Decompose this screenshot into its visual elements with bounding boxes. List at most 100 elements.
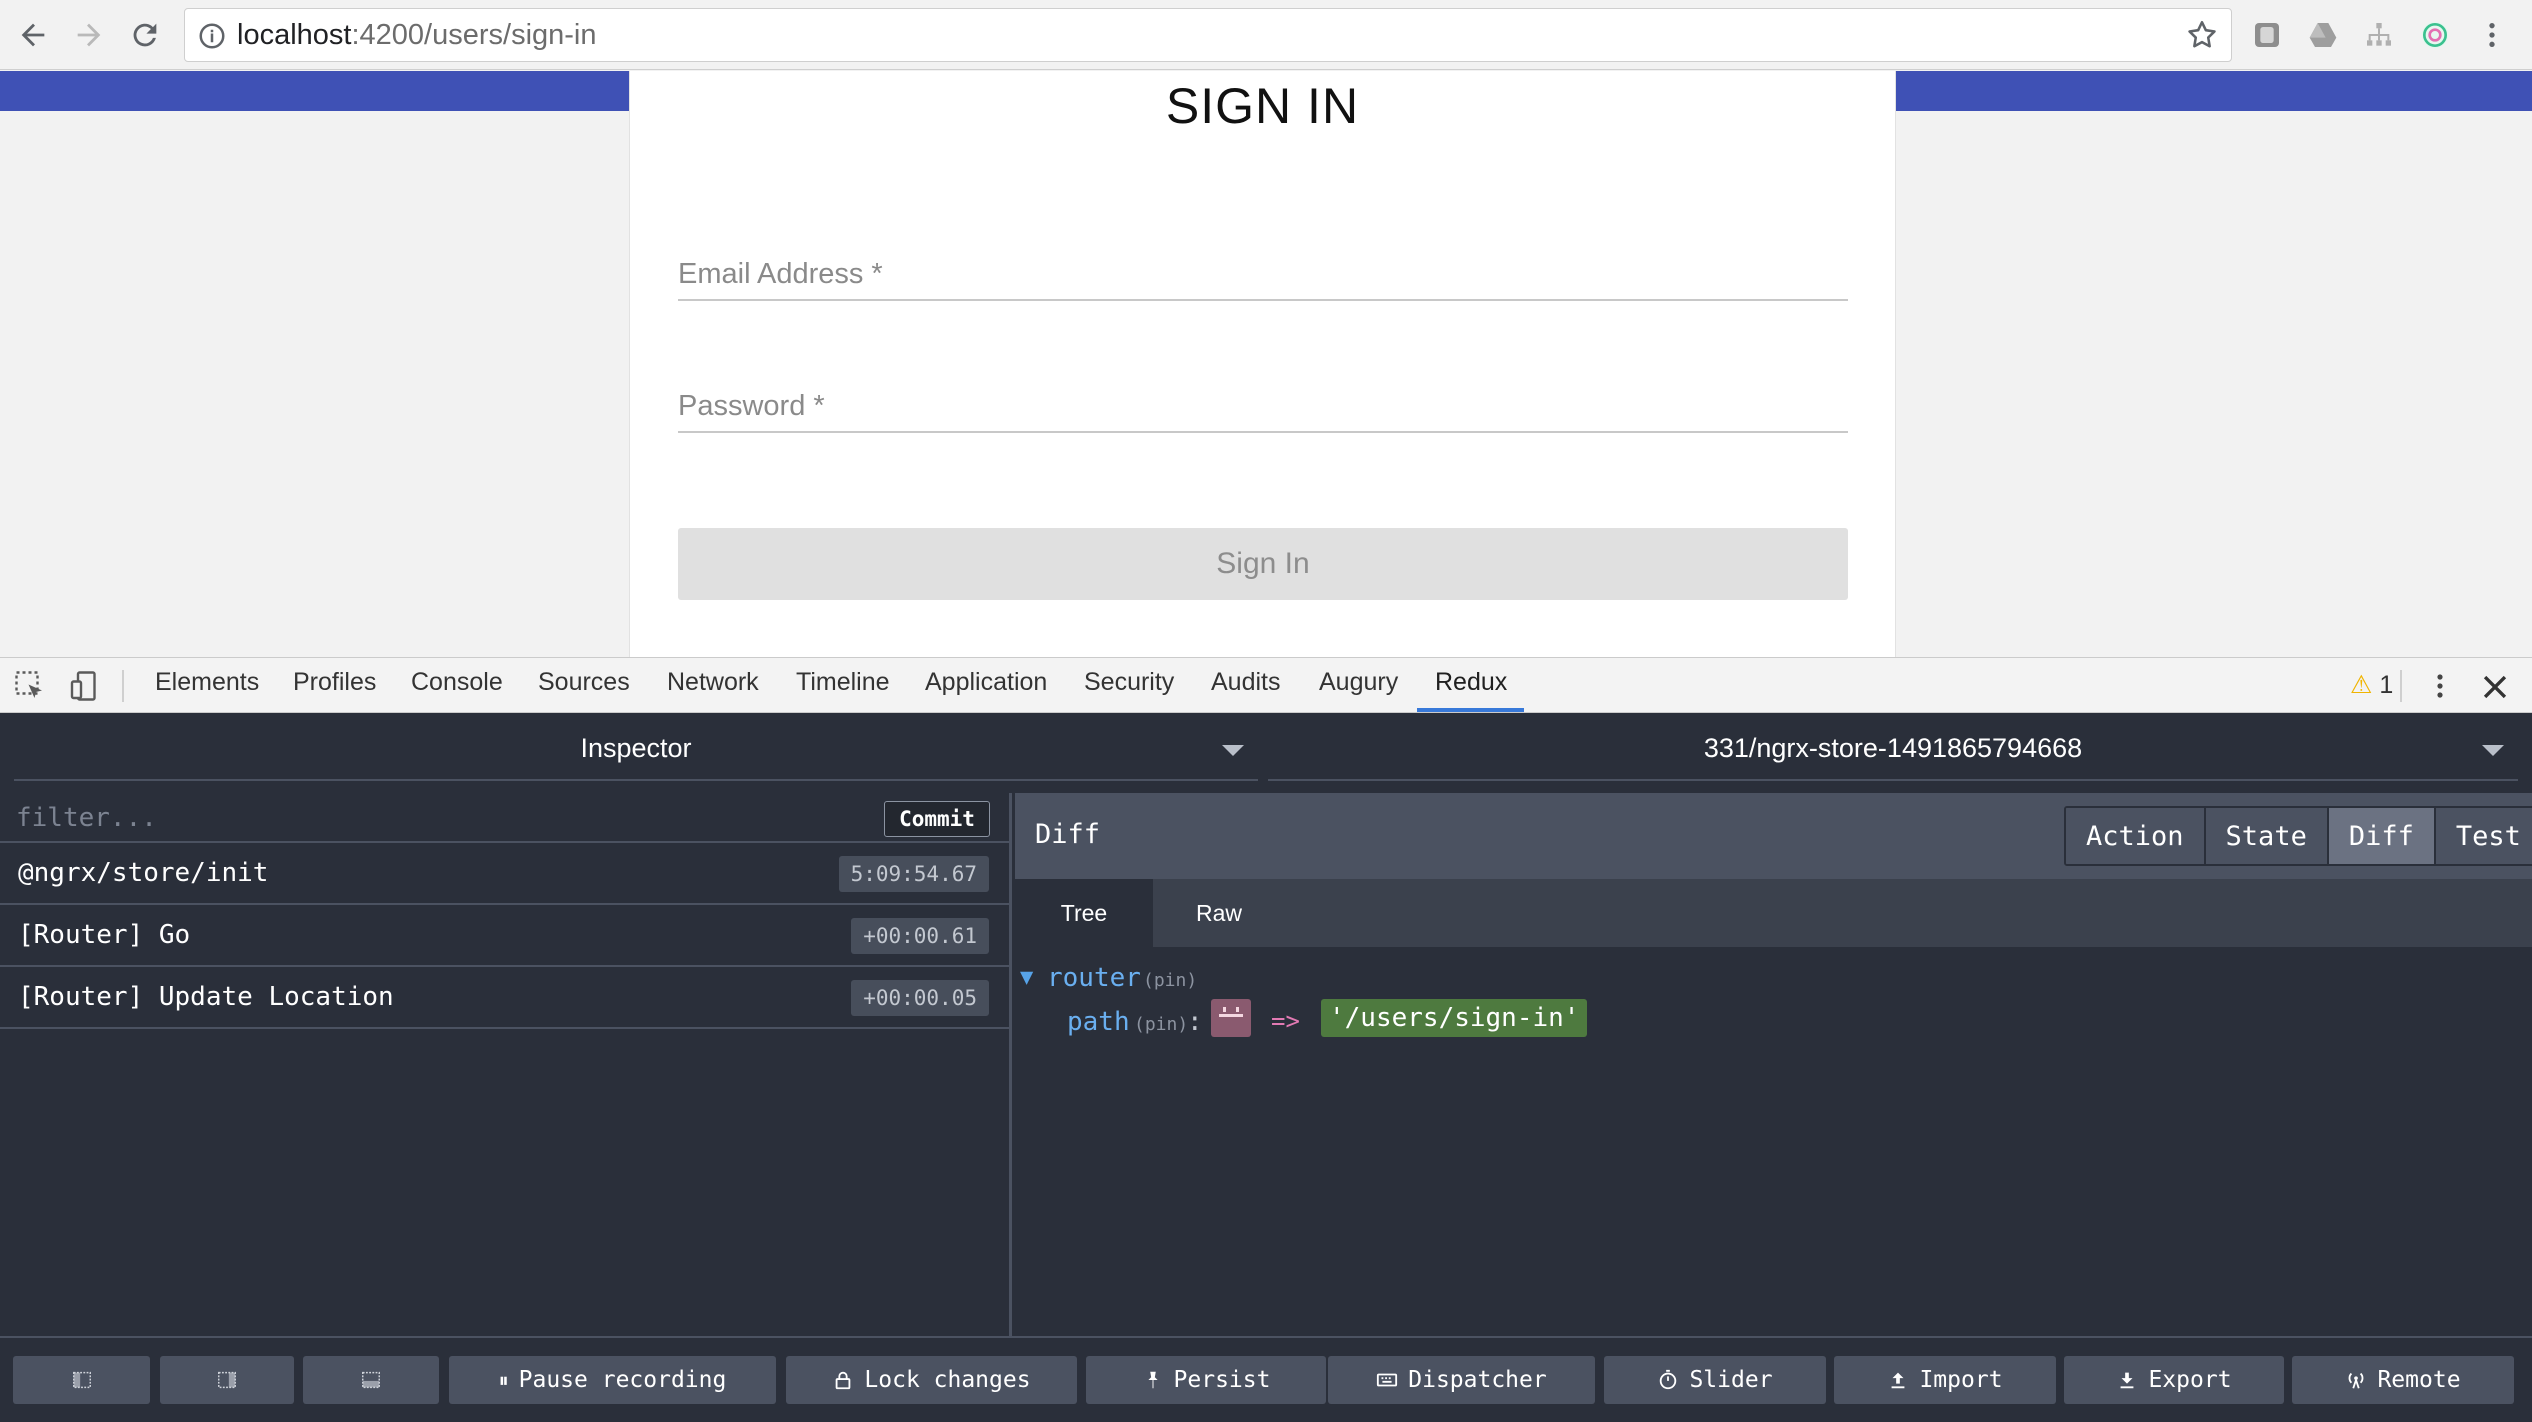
info-icon[interactable] [197, 21, 227, 51]
button-label: Dispatcher [1408, 1367, 1547, 1393]
tree-key-path: path [1067, 1007, 1130, 1037]
reload-button[interactable] [124, 14, 166, 56]
browser-toolbar: localhost:4200/users/sign-in [0, 0, 2532, 70]
chevron-down-icon [2482, 745, 2504, 756]
pin-button[interactable]: (pin) [1143, 970, 1197, 991]
tab-application[interactable]: Application [925, 668, 1047, 697]
monitor-select[interactable]: Inspector [14, 725, 1258, 781]
slider-button[interactable]: Slider [1604, 1356, 1826, 1404]
lock-changes-button[interactable]: Lock changes [786, 1356, 1077, 1404]
persist-button[interactable]: Persist [1086, 1356, 1326, 1404]
close-icon[interactable] [2478, 670, 2512, 704]
action-row[interactable]: @ngrx/store/init 5:09:54.67 [0, 843, 1009, 905]
button-label: Export [2148, 1367, 2232, 1393]
back-arrow-icon [21, 23, 45, 47]
filter-row: filter... Commit [0, 793, 1009, 843]
subtab-raw[interactable]: Raw [1153, 879, 1285, 947]
diff-arrow: => [1271, 1007, 1300, 1035]
tab-security[interactable]: Security [1084, 668, 1174, 697]
page-viewport: SIGN IN Email Address * Password * Sign … [0, 71, 2532, 657]
back-button[interactable] [12, 14, 54, 56]
tab-test[interactable]: Test [2435, 808, 2532, 864]
upload-icon [1892, 1372, 1905, 1389]
sign-in-button[interactable]: Sign In [678, 528, 1848, 600]
tab-augury[interactable]: Augury [1319, 668, 1398, 697]
url-host: localhost [237, 19, 352, 51]
import-button[interactable]: Import [1834, 1356, 2056, 1404]
subtab-tree[interactable]: Tree [1015, 879, 1153, 947]
button-label: Remote [2377, 1367, 2461, 1393]
new-value: '/users/sign-in' [1321, 999, 1588, 1037]
chevron-down-icon [1222, 745, 1244, 756]
warning-count: 1 [2379, 671, 2394, 699]
export-button[interactable]: Export [2064, 1356, 2284, 1404]
redux-header: Inspector 331/ngrx-store-1491865794668 [0, 713, 2532, 793]
network-tree-icon[interactable] [2359, 15, 2399, 55]
expand-arrow-icon[interactable]: ▼ [1020, 965, 1033, 990]
pin-button[interactable]: (pin) [1134, 1014, 1188, 1035]
tab-sources[interactable]: Sources [538, 668, 630, 697]
layout-right-icon [218, 1371, 236, 1389]
monitor-header: Diff Action State Diff Test [1015, 793, 2532, 879]
warning-icon: ⚠ [2350, 671, 2373, 699]
address-bar[interactable]: localhost:4200/users/sign-in [184, 8, 2232, 62]
filter-input[interactable]: filter... [16, 803, 157, 833]
warnings-counter[interactable]: ⚠ 1 [2350, 670, 2393, 700]
commit-button[interactable]: Commit [884, 801, 990, 837]
action-time: +00:00.05 [851, 980, 989, 1016]
tab-profiles[interactable]: Profiles [293, 668, 376, 697]
tab-console[interactable]: Console [411, 668, 503, 697]
email-label: Email Address * [678, 258, 883, 290]
devtools-menu-icon[interactable] [2428, 668, 2452, 704]
dock-right-button[interactable] [160, 1356, 294, 1404]
action-row[interactable]: [Router] Update Location +00:00.05 [0, 967, 1009, 1029]
toolbar-divider [122, 670, 124, 702]
download-icon [2121, 1372, 2134, 1389]
dock-left-button[interactable] [13, 1356, 150, 1404]
tree-key-router[interactable]: router [1047, 963, 1141, 993]
action-time: +00:00.61 [851, 918, 989, 954]
chrome-menu-icon[interactable] [2472, 15, 2512, 55]
tab-redux[interactable]: Redux [1435, 668, 1507, 697]
action-time: 5:09:54.67 [838, 856, 989, 892]
lock-icon [836, 1371, 851, 1390]
tab-audits[interactable]: Audits [1211, 668, 1280, 697]
monitor-select-value: Inspector [580, 733, 692, 763]
store-select[interactable]: 331/ngrx-store-1491865794668 [1268, 725, 2518, 781]
subtab-bar: Tree Raw [1015, 879, 2532, 947]
extension-dark-icon[interactable] [2247, 15, 2287, 55]
pause-recording-button[interactable]: ⏸ Pause recording [449, 1356, 776, 1404]
password-field[interactable]: Password * [678, 363, 1848, 433]
button-label: Lock changes [864, 1367, 1031, 1393]
tab-elements[interactable]: Elements [155, 668, 259, 697]
pause-icon: ⏸ [498, 1368, 509, 1392]
redux-devtools-icon[interactable] [2415, 15, 2455, 55]
mode-tabs: Action State Diff Test [2064, 806, 2532, 866]
tab-state[interactable]: State [2205, 808, 2329, 864]
tab-timeline[interactable]: Timeline [796, 668, 890, 697]
button-label: Import [1919, 1367, 2003, 1393]
tab-action[interactable]: Action [2066, 808, 2206, 864]
signin-card: SIGN IN Email Address * Password * Sign … [629, 71, 1896, 657]
password-label: Password * [678, 390, 825, 422]
diff-tree: ▼ router (pin) path (pin) : => '/users/s… [1015, 947, 2532, 1336]
dispatcher-button[interactable]: Dispatcher [1328, 1356, 1595, 1404]
tab-diff[interactable]: Diff [2328, 808, 2436, 864]
remote-button[interactable]: Remote [2292, 1356, 2514, 1404]
forward-button[interactable] [68, 14, 110, 56]
action-row[interactable]: [Router] Go +00:00.61 [0, 905, 1009, 967]
url-text[interactable]: localhost:4200/users/sign-in [237, 19, 597, 52]
dock-bottom-button[interactable] [303, 1356, 439, 1404]
device-toolbar-icon[interactable] [66, 668, 102, 704]
redux-devtools-panel: Inspector 331/ngrx-store-1491865794668 f… [0, 713, 2532, 1422]
inspect-element-icon[interactable] [12, 668, 48, 704]
button-label: Persist [1173, 1367, 1271, 1393]
email-field[interactable]: Email Address * [678, 231, 1848, 301]
drive-icon[interactable] [2303, 15, 2343, 55]
tab-network[interactable]: Network [667, 668, 759, 697]
bookmark-star-icon[interactable] [2185, 18, 2219, 52]
broadcast-icon [2349, 1372, 2364, 1389]
action-list: filter... Commit @ngrx/store/init 5:09:5… [0, 793, 1012, 1336]
store-select-value: 331/ngrx-store-1491865794668 [1703, 733, 2083, 763]
old-value-undefined-icon [1211, 999, 1251, 1037]
